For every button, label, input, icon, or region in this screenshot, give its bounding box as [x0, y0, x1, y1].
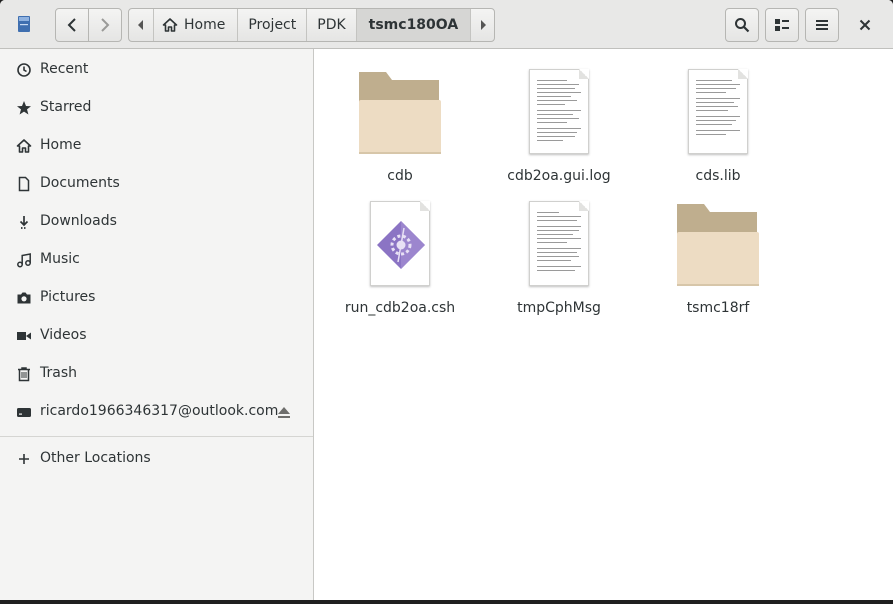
path-bar: Home Project PDK tsmc180OA [128, 8, 496, 42]
search-button[interactable] [725, 8, 759, 42]
text-thumbnail [529, 201, 589, 286]
sidebar: Recent Starred Home Documents Downloads … [0, 49, 314, 600]
sidebar-item-label: Downloads [40, 213, 117, 229]
forward-button[interactable] [88, 9, 121, 41]
sidebar-item-label: Recent [40, 61, 89, 77]
back-button[interactable] [56, 9, 88, 41]
text-file-icon [484, 58, 634, 154]
file-name: cdb2oa.gui.log [507, 168, 611, 184]
trash-icon [18, 367, 30, 382]
file-grid: cdb cdb2oa.gui.log cds.lib run_cdb2oa.cs… [315, 49, 893, 600]
go-back-icon [67, 18, 76, 32]
sidebar-item-pictures[interactable]: Pictures [0, 279, 313, 317]
breadcrumb-pdk[interactable]: PDK [306, 9, 355, 41]
download-icon [19, 216, 29, 229]
sidebar-item-label: Other Locations [40, 450, 151, 466]
folder-icon [325, 58, 475, 154]
breadcrumb-home[interactable]: Home [153, 9, 237, 41]
text-file-icon [484, 190, 634, 286]
script-thumbnail [370, 201, 430, 286]
home-icon [16, 139, 32, 153]
sidebar-item-label: Music [40, 251, 80, 267]
clock-icon [17, 63, 31, 77]
star-icon [17, 101, 31, 115]
sidebar-item-label: ricardo1966346317@outlook.com [40, 403, 279, 419]
go-forward-icon [101, 18, 110, 32]
file-item[interactable]: tsmc18rf [643, 190, 793, 316]
sidebar-item-home[interactable]: Home [0, 127, 313, 165]
hamburger-menu-icon [816, 20, 828, 30]
sidebar-item-label: Videos [40, 327, 87, 343]
text-thumbnail [529, 69, 589, 154]
chevron-right-icon [480, 20, 486, 30]
file-name: cdb [387, 168, 413, 184]
file-name: tsmc18rf [686, 300, 750, 316]
file-item[interactable]: cdb [325, 58, 475, 184]
header-bar: Home Project PDK tsmc180OA [0, 0, 893, 49]
document-icon [18, 176, 30, 192]
text-file-icon [643, 58, 793, 154]
file-name: cds.lib [695, 168, 741, 184]
text-thumbnail [688, 69, 748, 154]
drive-icon [17, 408, 31, 417]
sidebar-item-downloads[interactable]: Downloads [0, 203, 313, 241]
sidebar-divider [0, 436, 313, 437]
path-scroll-right-button[interactable] [470, 9, 494, 41]
sidebar-item-trash[interactable]: Trash [0, 355, 313, 393]
sidebar-item-label: Pictures [40, 289, 96, 305]
eject-icon[interactable] [276, 404, 292, 420]
plus-icon [19, 454, 29, 464]
list-view-icon [775, 19, 789, 31]
sidebar-item-other-locations[interactable]: Other Locations [0, 440, 313, 478]
view-toggle-button[interactable] [765, 8, 799, 42]
sidebar-item-label: Documents [40, 175, 120, 191]
video-icon [17, 332, 31, 340]
file-item[interactable]: tmpCphMsg [484, 190, 634, 316]
close-button[interactable] [852, 12, 878, 38]
breadcrumb-project[interactable]: Project [237, 9, 306, 41]
sidebar-item-starred[interactable]: Starred [0, 89, 313, 127]
close-icon [859, 19, 871, 31]
file-manager-window: Home Project PDK tsmc180OA Recent Starre… [0, 0, 893, 600]
file-item[interactable]: cds.lib [643, 58, 793, 184]
chevron-left-icon [138, 20, 143, 30]
search-icon [735, 18, 750, 33]
menu-button[interactable] [805, 8, 839, 42]
sidebar-item-label: Starred [40, 99, 92, 115]
sidebar-item-mounted-drive[interactable]: ricardo1966346317@outlook.com [0, 393, 313, 431]
camera-icon [17, 292, 31, 304]
files-app-icon [18, 16, 30, 32]
file-name: run_cdb2oa.csh [344, 300, 456, 316]
path-scroll-left-button[interactable] [129, 9, 153, 41]
script-file-icon [325, 190, 475, 286]
sidebar-item-label: Home [40, 137, 82, 153]
file-name: tmpCphMsg [517, 300, 601, 316]
file-item[interactable]: run_cdb2oa.csh [325, 190, 475, 316]
file-item[interactable]: cdb2oa.gui.log [484, 58, 634, 184]
sidebar-item-label: Trash [40, 365, 77, 381]
sidebar-item-music[interactable]: Music [0, 241, 313, 279]
folder-icon [643, 190, 793, 286]
executable-gear-icon [377, 221, 425, 269]
home-icon [162, 18, 178, 32]
breadcrumb-label: Home [184, 17, 226, 33]
music-icon [17, 253, 31, 268]
navigation-buttons [55, 8, 122, 42]
sidebar-item-videos[interactable]: Videos [0, 317, 313, 355]
breadcrumb-tsmc180oa[interactable]: tsmc180OA [355, 9, 471, 41]
sidebar-item-documents[interactable]: Documents [0, 165, 313, 203]
sidebar-item-recent[interactable]: Recent [0, 51, 313, 89]
